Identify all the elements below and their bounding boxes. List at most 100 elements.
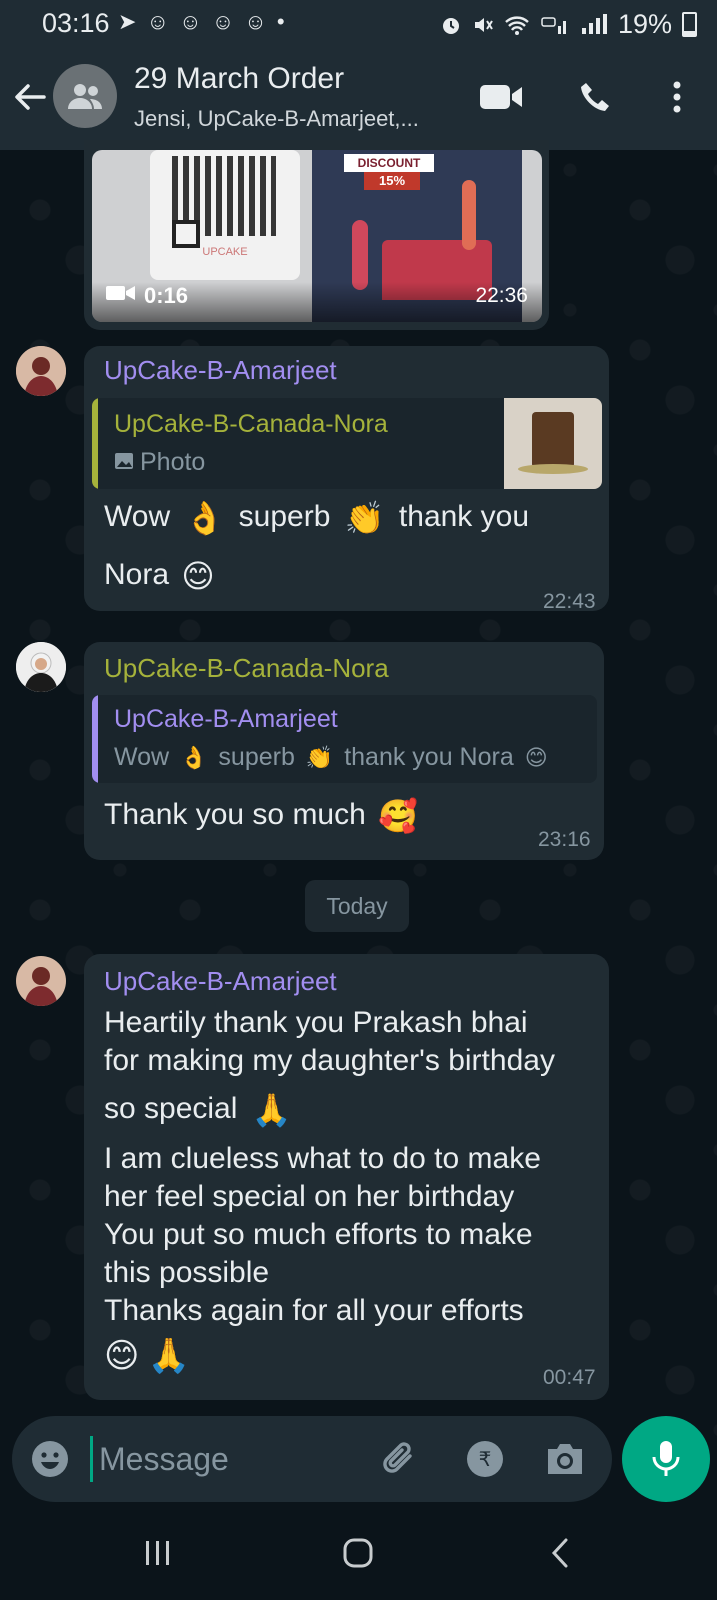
message-composer: ₹ [12, 1416, 612, 1502]
home-icon [343, 1538, 373, 1568]
cake-plate [518, 464, 588, 474]
video-call-icon [480, 85, 522, 109]
mic-icon [652, 1441, 680, 1476]
video-thumbnail[interactable]: UPCAKE DISCOUNT 15% 0:16 22:36 [92, 150, 542, 322]
cake-shape [532, 412, 574, 468]
message-text-part: thank you [398, 500, 530, 533]
figure-illustration [462, 180, 476, 250]
person-avatar-icon [16, 346, 66, 396]
signal-icon [581, 13, 607, 34]
message-text: Thank you so much 🥰 [104, 796, 418, 835]
qr-finder-1 [172, 220, 200, 248]
message-input[interactable] [90, 1436, 339, 1482]
system-navigation-bar [0, 1504, 717, 1600]
system-back-icon [551, 1538, 568, 1568]
message-sender[interactable]: UpCake-B-Canada-Nora [104, 653, 389, 684]
clapping-hands-emoji: 👏 [305, 745, 334, 770]
quoted-text-part: thank you Nora [344, 743, 514, 771]
figure-illustration [352, 220, 368, 290]
home-button[interactable] [328, 1530, 388, 1576]
discount-value: 15% [364, 172, 420, 190]
emoji-icon[interactable] [30, 1439, 70, 1479]
clapping-hands-emoji: 👏 [344, 500, 385, 537]
message-time: 22:43 [543, 590, 596, 613]
brand-label: UPCAKE [202, 246, 248, 258]
more-options-icon [673, 81, 681, 113]
notification-icons: ➤ ☺ ☺ ☺ ☺ • [118, 9, 287, 34]
chat-participants[interactable]: Jensi, UpCake-B-Amarjeet,... [134, 106, 419, 132]
smiling-face-emoji: 😊 [181, 558, 215, 595]
status-right-group: 19% [440, 9, 697, 40]
voice-message-button[interactable] [622, 1416, 710, 1502]
wifi-icon [505, 15, 529, 35]
sender-avatar[interactable] [16, 346, 66, 396]
discount-label: DISCOUNT [344, 154, 434, 172]
message-line: for making my daughter's birthday [104, 1044, 555, 1077]
rupee-payment-icon[interactable]: ₹ [465, 1439, 505, 1479]
message-time: 23:16 [538, 828, 591, 851]
svg-text:₹: ₹ [479, 1447, 492, 1471]
message-text: Wow 👌 superb 👏 thank you [104, 498, 604, 537]
message-sender[interactable]: UpCake-B-Amarjeet [104, 355, 337, 386]
quoted-text: Photo [140, 448, 206, 476]
sender-avatar[interactable] [16, 956, 66, 1006]
quote-accent-bar [92, 398, 98, 489]
message-text-part: Thank you so much [104, 798, 366, 831]
attach-icon[interactable] [380, 1438, 422, 1480]
message-text-part: so special [104, 1092, 238, 1125]
message-line: 😊 🙏 [104, 1336, 190, 1375]
battery-percent: 19% [617, 9, 672, 39]
recent-apps-icon [146, 1541, 169, 1565]
quoted-text-part: superb [218, 743, 295, 771]
quoted-sender: UpCake-B-Amarjeet [114, 705, 338, 733]
message-sender[interactable]: UpCake-B-Amarjeet [104, 966, 337, 997]
quoted-text: Wow 👌 superb 👏 thank you Nora 😊 [114, 743, 548, 772]
photo-icon [115, 453, 133, 469]
video-call-button[interactable] [476, 74, 526, 120]
volte-signal-icon [541, 16, 566, 34]
message-line: this possible [104, 1256, 270, 1289]
message-line: Thanks again for all your efforts [104, 1294, 524, 1327]
mute-icon [474, 17, 493, 32]
smiling-face-emoji: 😊 [524, 745, 548, 770]
quoted-message[interactable]: UpCake-B-Canada-Nora Photo [92, 398, 602, 489]
date-separator: Today [305, 880, 409, 932]
quoted-sender: UpCake-B-Canada-Nora [114, 410, 388, 438]
quoted-photo-thumbnail [504, 398, 602, 489]
chat-header: 29 March Order Jensi, UpCake-B-Amarjeet,… [0, 46, 717, 150]
system-back-button[interactable] [530, 1530, 590, 1576]
status-time: 03:16 [42, 8, 110, 38]
group-avatar[interactable] [53, 64, 117, 128]
person-avatar-icon [16, 956, 66, 1006]
video-duration: 0:16 [144, 283, 189, 308]
group-icon [68, 84, 102, 109]
chat-title[interactable]: 29 March Order [134, 62, 344, 96]
quoted-text-part: Wow [114, 743, 170, 771]
ok-hand-emoji: 👌 [180, 745, 208, 770]
video-time: 22:36 [475, 284, 528, 307]
more-options-button[interactable] [652, 74, 702, 120]
message-text: Nora 😊 [104, 556, 215, 595]
qr-card: UPCAKE [150, 150, 300, 280]
recent-apps-button[interactable] [128, 1530, 188, 1576]
ok-hand-emoji: 👌 [184, 500, 225, 537]
alarm-icon [442, 17, 459, 34]
sender-avatar[interactable] [16, 642, 66, 692]
person-avatar-icon [16, 642, 66, 692]
voice-call-button[interactable] [570, 74, 620, 120]
message-line: I am clueless what to do to make [104, 1142, 541, 1175]
back-button[interactable] [12, 74, 52, 120]
quoted-message[interactable]: UpCake-B-Amarjeet Wow 👌 superb 👏 thank y… [92, 695, 597, 783]
quote-accent-bar [92, 695, 98, 783]
message-time: 00:47 [543, 1366, 596, 1389]
status-bar: 03:16 ➤ ☺ ☺ ☺ ☺ • 19% [0, 0, 717, 46]
video-camera-icon [106, 286, 135, 300]
message-text-part: Nora [104, 558, 170, 591]
folded-hands-emoji: 🙏 [251, 1092, 292, 1129]
smiling-face-with-hearts-emoji: 🥰 [378, 798, 418, 835]
message-line: Heartily thank you Prakash bhai [104, 1006, 528, 1039]
camera-icon[interactable] [544, 1440, 586, 1478]
message-line: her feel special on her birthday [104, 1180, 515, 1213]
folded-hands-emoji: 🙏 [147, 1337, 191, 1376]
voice-call-icon [581, 83, 609, 111]
